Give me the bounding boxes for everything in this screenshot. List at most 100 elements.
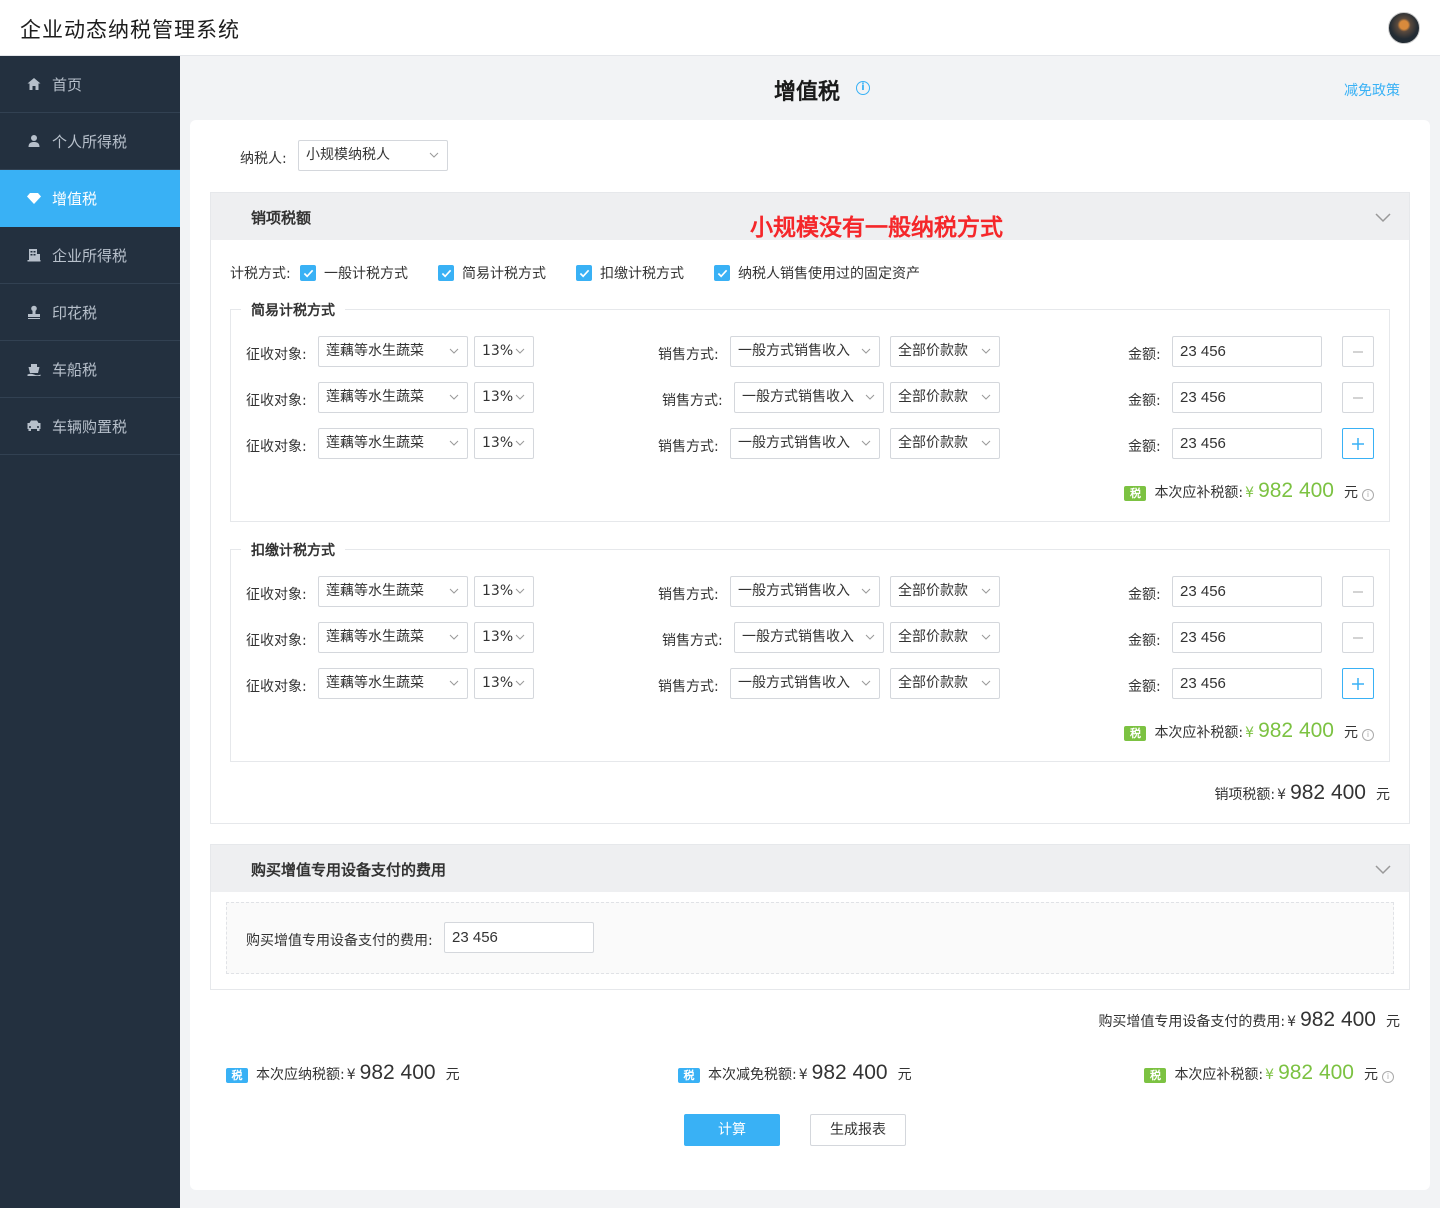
equipment-panel-header[interactable]: 购买增值专用设备支付的费用 — [211, 845, 1409, 892]
price-scope-select[interactable]: 全部价款款 — [890, 382, 1000, 413]
sidebar-item-personal-income-tax[interactable]: 个人所得税 — [0, 113, 180, 170]
chevron-down-icon — [515, 440, 525, 446]
amount-input[interactable]: 23 456 — [1172, 382, 1322, 413]
add-row-button[interactable] — [1342, 668, 1374, 699]
rate-select[interactable]: 13% — [474, 382, 534, 413]
tax-badge-icon: 税 — [678, 1068, 700, 1083]
sidebar-item-stamp-tax[interactable]: 印花税 — [0, 284, 180, 341]
sale-label: 销售方式: — [662, 633, 723, 649]
object-select[interactable]: 莲藕等水生蔬菜 — [318, 576, 468, 607]
remove-row-button[interactable] — [1342, 622, 1374, 653]
generate-report-button[interactable]: 生成报表 — [810, 1114, 906, 1146]
rate-select[interactable]: 13% — [474, 622, 534, 653]
amount-input[interactable]: 23 456 — [1172, 576, 1322, 607]
amount-input[interactable]: 23 456 — [1172, 622, 1322, 653]
chevron-down-icon[interactable] — [1375, 209, 1391, 225]
calculate-button[interactable]: 计算 — [684, 1114, 780, 1146]
object-select[interactable]: 莲藕等水生蔬菜 — [318, 336, 468, 367]
object-select[interactable]: 莲藕等水生蔬菜 — [318, 622, 468, 653]
price-scope-select[interactable]: 全部价款款 — [890, 428, 1000, 459]
home-icon — [26, 76, 42, 92]
plus-icon — [1352, 437, 1364, 450]
sale-method-select[interactable]: 一般方式销售收入 — [734, 622, 884, 653]
info-icon[interactable]: i — [856, 81, 870, 95]
amount-label: 金额: — [1128, 347, 1161, 363]
amount-label: 金额: — [1128, 587, 1161, 603]
remove-row-button[interactable] — [1342, 336, 1374, 367]
object-select[interactable]: 莲藕等水生蔬菜 — [318, 382, 468, 413]
object-label: 征收对象: — [246, 347, 307, 363]
price-scope-select[interactable]: 全部价款款 — [890, 336, 1000, 367]
remove-row-button[interactable] — [1342, 382, 1374, 413]
price-scope-select[interactable]: 全部价款款 — [890, 622, 1000, 653]
sale-method-select[interactable]: 一般方式销售收入 — [730, 576, 880, 607]
rate-select[interactable]: 13% — [474, 428, 534, 459]
equipment-total: 购买增值专用设备支付的费用: ¥ 982 400 元 — [1098, 1008, 1400, 1031]
amount-input[interactable]: 23 456 — [1172, 336, 1322, 367]
sidebar-item-label: 增值税 — [52, 189, 98, 208]
checkbox-withholding-method[interactable]: 扣缴计税方式 — [576, 263, 684, 283]
price-scope-select[interactable]: 全部价款款 — [890, 668, 1000, 699]
info-icon[interactable]: i — [1362, 489, 1374, 501]
chevron-down-icon — [861, 680, 871, 686]
sidebar-item-vessel-tax[interactable]: 车船税 — [0, 341, 180, 398]
sidebar-item-vehicle-purchase-tax[interactable]: 车辆购置税 — [0, 398, 180, 455]
minus-icon — [1353, 590, 1363, 593]
avatar[interactable] — [1388, 12, 1420, 44]
sale-method-select[interactable]: 一般方式销售收入 — [730, 336, 880, 367]
minus-icon — [1353, 636, 1363, 639]
policy-link[interactable]: 减免政策 — [1344, 80, 1400, 100]
chevron-down-icon — [429, 152, 439, 158]
sale-method-select[interactable]: 一般方式销售收入 — [734, 382, 884, 413]
object-select[interactable]: 莲藕等水生蔬菜 — [318, 428, 468, 459]
sale-label: 销售方式: — [658, 679, 719, 695]
rate-select[interactable]: 13% — [474, 576, 534, 607]
checkbox-checked-icon — [714, 265, 730, 281]
info-icon[interactable]: i — [1382, 1071, 1394, 1083]
app-title: 企业动态纳税管理系统 — [20, 18, 240, 42]
rate-select[interactable]: 13% — [474, 336, 534, 367]
chevron-down-icon — [981, 680, 991, 686]
price-scope-select[interactable]: 全部价款款 — [890, 576, 1000, 607]
equipment-fee-input[interactable]: 23 456 — [444, 922, 594, 953]
checkbox-fixed-assets[interactable]: 纳税人销售使用过的固定资产 — [714, 263, 920, 283]
panel-title: 销项税额 — [251, 209, 312, 227]
add-row-button[interactable] — [1342, 428, 1374, 459]
building-icon — [26, 247, 42, 263]
sidebar-item-corporate-income-tax[interactable]: 企业所得税 — [0, 227, 180, 284]
sale-label: 销售方式: — [658, 587, 719, 603]
chevron-down-icon — [981, 440, 991, 446]
ship-icon — [26, 361, 42, 377]
amount-input[interactable]: 23 456 — [1172, 428, 1322, 459]
checkbox-checked-icon — [576, 265, 592, 281]
object-select[interactable]: 莲藕等水生蔬菜 — [318, 668, 468, 699]
sidebar-item-label: 车辆购置税 — [52, 417, 128, 436]
remove-row-button[interactable] — [1342, 576, 1374, 607]
rate-select[interactable]: 13% — [474, 668, 534, 699]
tax-badge-icon: 税 — [226, 1068, 248, 1083]
sidebar: 首页 个人所得税 增值税 企业所得税 印花税 车船税 车辆购置税 — [0, 56, 180, 1208]
minus-icon — [1353, 396, 1363, 399]
sidebar-item-vat[interactable]: 增值税 — [0, 170, 180, 227]
info-icon[interactable]: i — [1362, 729, 1374, 741]
taxpayer-label: 纳税人: — [240, 151, 287, 167]
taxpayer-select[interactable]: 小规模纳税人 — [298, 140, 448, 171]
chevron-down-icon — [865, 394, 875, 400]
sidebar-item-home[interactable]: 首页 — [0, 56, 180, 113]
equipment-field-label: 购买增值专用设备支付的费用: — [246, 933, 433, 949]
object-label: 征收对象: — [246, 439, 307, 455]
sale-method-select[interactable]: 一般方式销售收入 — [730, 668, 880, 699]
diamond-icon — [26, 190, 42, 206]
sale-method-select[interactable]: 一般方式销售收入 — [730, 428, 880, 459]
amount-input[interactable]: 23 456 — [1172, 668, 1322, 699]
object-label: 征收对象: — [246, 633, 307, 649]
object-label: 征收对象: — [246, 393, 307, 409]
chevron-down-icon[interactable] — [1375, 861, 1391, 877]
page-title: 增值税 — [774, 80, 841, 105]
amount-label: 金额: — [1128, 393, 1161, 409]
summary-reduced: 税 本次减免税额: ¥ 982 400 元 — [678, 1061, 912, 1085]
checkbox-general-method[interactable]: 一般计税方式 — [300, 263, 408, 283]
withholding-method-subtotal: 税 本次应补税额: ¥ 982 400 元 i — [1124, 719, 1374, 743]
chevron-down-icon — [865, 634, 875, 640]
checkbox-simple-method[interactable]: 简易计税方式 — [438, 263, 546, 283]
